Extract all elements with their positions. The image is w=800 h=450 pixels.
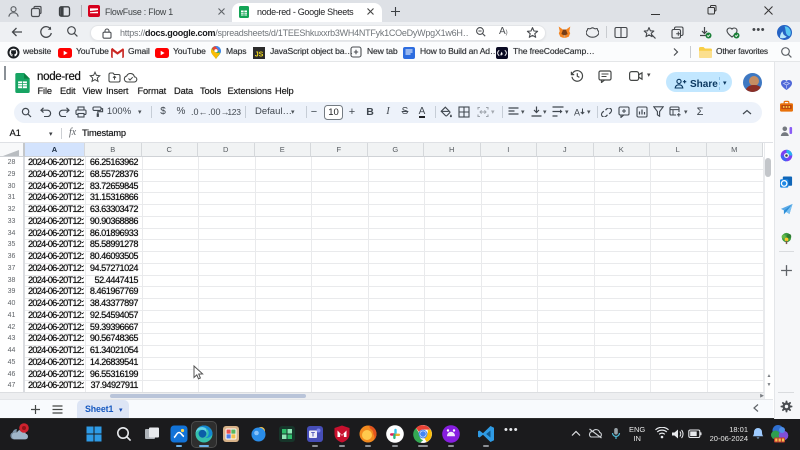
svg-text:JS: JS bbox=[255, 51, 264, 58]
svg-text:T: T bbox=[311, 432, 315, 439]
svg-text:A: A bbox=[574, 108, 580, 118]
